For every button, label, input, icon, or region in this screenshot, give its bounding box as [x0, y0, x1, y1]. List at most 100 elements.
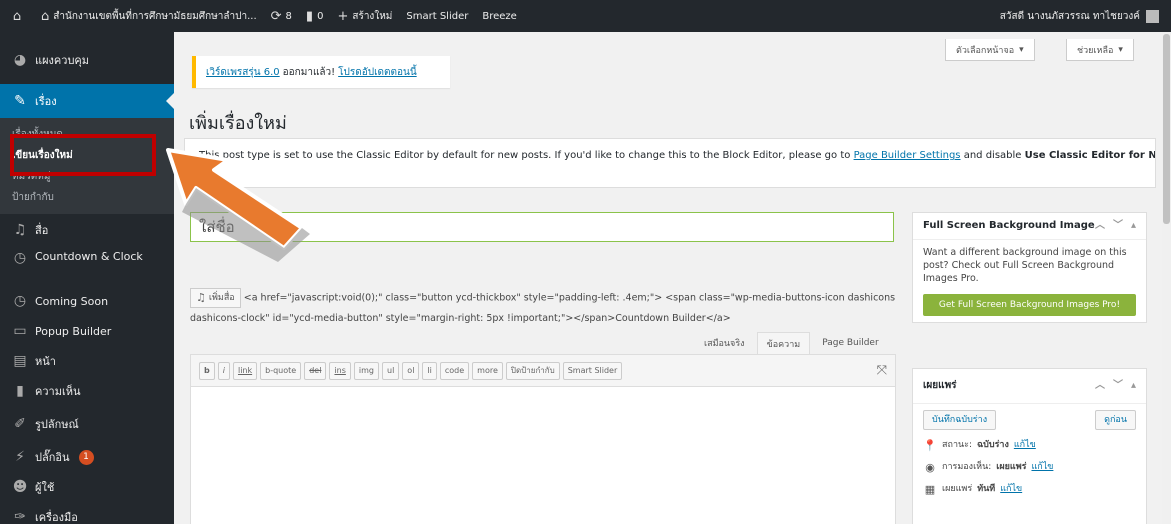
menu-popup-builder[interactable]: ▭ Popup Builder — [0, 316, 174, 346]
fsbg-metabox: Full Screen Background Image ︿ ﹀ ▴ Want … — [912, 212, 1147, 323]
qt-ul-button[interactable]: ul — [382, 361, 400, 380]
media-icon: ♫ — [13, 222, 27, 238]
add-media-button[interactable]: ♫ เพิ่มสื่อ — [190, 288, 241, 308]
qt-ins-button[interactable]: ins — [329, 361, 351, 380]
chevron-down-icon[interactable]: ﹀ — [1113, 219, 1123, 233]
submenu-tags[interactable]: ป้ายกำกับ — [0, 187, 174, 208]
menu-countdown[interactable]: ◷ Countdown & Clock — [0, 246, 174, 286]
tab-text[interactable]: ข้อความ — [756, 332, 811, 354]
post-title-input[interactable]: ใส่ชื่อ — [190, 212, 894, 242]
fsbg-description: Want a different background image on thi… — [923, 247, 1127, 284]
chevron-up-icon[interactable]: ︿ — [1095, 219, 1105, 233]
qt-close-tags-button[interactable]: ปิดป้ายกำกับ — [505, 361, 560, 380]
edit-status-link[interactable]: แก้ไข — [1014, 439, 1036, 452]
wordpress-logo-icon[interactable]: ⌂ — [0, 0, 34, 32]
fsbg-title: Full Screen Background Image — [923, 220, 1095, 231]
toggle-triangle-icon[interactable]: ▴ — [1131, 219, 1136, 233]
admin-sidebar: ◕ แผงควบคุม ✎ เรื่อง เรื่องทั้งหมด เขียนเร… — [0, 32, 174, 524]
preview-button[interactable]: ดูก่อน — [1095, 410, 1136, 430]
menu-comments[interactable]: ▮ ความเห็น — [0, 376, 174, 406]
wp-version-link[interactable]: เวิร์ดเพรสรุ่น 6.0 — [206, 65, 280, 80]
page-title: เพิ่มเรื่องใหม่ — [189, 113, 287, 134]
qt-li-button[interactable]: li — [422, 361, 437, 380]
comments-link[interactable]: ▮ 0 — [299, 0, 331, 32]
plugins-update-badge: 1 — [78, 449, 94, 465]
media-icon: ♫ — [196, 291, 206, 304]
status-row: 📍 สถานะ: ฉบับร่าง แก้ไข — [923, 439, 1036, 452]
publish-metabox: เผยแพร่ ︿ ﹀ ▴ บันทึกฉบับร่าง ดูก่อน 📍 สถ… — [912, 368, 1147, 524]
menu-coming-soon[interactable]: ◷ Coming Soon — [0, 286, 174, 316]
tab-page-builder[interactable]: Page Builder — [812, 332, 888, 354]
tab-visual[interactable]: เสมือนจริง — [694, 332, 755, 354]
get-fsbg-pro-button[interactable]: Get Full Screen Background Images Pro! — [923, 294, 1136, 316]
comment-icon: ▮ — [16, 383, 24, 399]
edit-visibility-link[interactable]: แก้ไข — [1031, 461, 1053, 474]
update-now-link[interactable]: โปรดอัปเดตตอนนี้ — [338, 65, 417, 80]
screen-options-button[interactable]: ตัวเลือกหน้าจอ ▾ — [945, 39, 1035, 61]
new-content-link[interactable]: + สร้างใหม่ — [330, 0, 399, 32]
popup-icon: ▭ — [13, 323, 27, 339]
page-icon: ▤ — [13, 353, 27, 369]
classic-editor-notice: This post type is set to use the Classic… — [184, 138, 1156, 188]
fullscreen-icon[interactable]: ⤧ — [877, 363, 887, 378]
visibility-row: ◉ การมองเห็น: เผยแพร่ แก้ไข — [923, 461, 1136, 474]
main-content: ตัวเลือกหน้าจอ ▾ ช่วยเหลือ ▾ เวิร์ดเพรสรุ่… — [174, 32, 1171, 524]
breeze-link[interactable]: Breeze — [475, 0, 523, 32]
menu-users[interactable]: ☻ ผู้ใช้ — [0, 472, 174, 502]
editor-tabs: เสมือนจริง ข้อความ Page Builder — [694, 332, 889, 354]
highlight-box — [10, 134, 156, 176]
qt-link-button[interactable]: link — [232, 361, 258, 380]
calendar-icon: ▦ — [924, 483, 936, 496]
page-scrollbar[interactable] — [1162, 32, 1171, 524]
publish-title: เผยแพร่ — [923, 380, 957, 391]
menu-pages[interactable]: ▤ หน้า — [0, 346, 174, 376]
qt-code-button[interactable]: code — [439, 361, 470, 380]
user-icon: ☻ — [12, 479, 28, 495]
qt-italic-button[interactable]: i — [217, 361, 230, 380]
qt-img-button[interactable]: img — [353, 361, 379, 380]
qt-bold-button[interactable]: b — [199, 361, 215, 380]
wrench-icon: ✑ — [14, 509, 26, 524]
updates-link[interactable]: ⟳ 8 — [264, 0, 299, 32]
menu-appearance[interactable]: ✐ รูปลักษณ์ — [0, 406, 174, 442]
help-button[interactable]: ช่วยเหลือ ▾ — [1066, 39, 1134, 61]
page-builder-settings-link[interactable]: Page Builder Settings — [854, 150, 961, 161]
chevron-down-icon[interactable]: ﹀ — [1113, 379, 1123, 393]
quicktags-toolbar: b i link b-quote del ins img ul ol li co… — [190, 354, 896, 387]
user-account-link[interactable]: สวัสดี นางนภัสวรรณ ทาไชยวงค์ — [993, 0, 1171, 32]
media-buttons-row: ♫ เพิ่มสื่อ <a href="javascript:void(0);"… — [190, 288, 906, 329]
dashboard-icon: ◕ — [13, 52, 27, 68]
clock-icon: ◷ — [13, 250, 27, 266]
update-nag: เวิร์ดเพรสรุ่น 6.0 ออกมาแล้ว! โปรดอัปเดต… — [192, 56, 450, 88]
scrollbar-thumb[interactable] — [1163, 34, 1170, 224]
raw-countdown-code: <a href="javascript:void(0);" class="but… — [190, 292, 896, 324]
qt-smart-slider-button[interactable]: Smart Slider — [562, 361, 623, 380]
menu-posts[interactable]: ✎ เรื่อง — [0, 84, 174, 118]
edit-date-link[interactable]: แก้ไข — [1000, 483, 1022, 496]
menu-plugins[interactable]: ⚡ ปลั๊กอิน 1 — [0, 442, 174, 472]
menu-tools[interactable]: ✑ เครื่องมือ — [0, 502, 174, 524]
menu-dashboard[interactable]: ◕ แผงควบคุม — [0, 36, 174, 84]
clock-icon: ◷ — [13, 293, 27, 309]
comment-bubble-icon: ▮ — [305, 8, 314, 24]
qt-blockquote-button[interactable]: b-quote — [260, 361, 302, 380]
plugin-icon: ⚡ — [15, 449, 25, 465]
menu-media[interactable]: ♫ สื่อ — [0, 214, 174, 246]
home-icon: ⌂ — [41, 8, 50, 24]
smart-slider-link[interactable]: Smart Slider — [399, 0, 475, 32]
post-content-textarea[interactable] — [190, 387, 896, 524]
plus-icon: + — [337, 8, 349, 24]
chevron-up-icon[interactable]: ︿ — [1095, 379, 1105, 393]
updates-icon: ⟳ — [270, 8, 282, 24]
eye-icon: ◉ — [925, 461, 935, 474]
site-name-link[interactable]: ⌂ สำนักงานเขตพื้นที่การศึกษามัธยมศึกษาลำป… — [34, 0, 264, 32]
caret-down-icon: ▾ — [1118, 44, 1123, 55]
toggle-triangle-icon[interactable]: ▴ — [1131, 379, 1136, 393]
brush-icon: ✐ — [14, 416, 26, 432]
qt-ol-button[interactable]: ol — [402, 361, 420, 380]
qt-more-button[interactable]: more — [472, 361, 503, 380]
pin-icon: ✎ — [14, 93, 26, 109]
publish-date-row: ▦ เผยแพร่ ทันที แก้ไข — [924, 483, 1023, 496]
qt-del-button[interactable]: del — [304, 361, 327, 380]
save-draft-button[interactable]: บันทึกฉบับร่าง — [923, 410, 997, 430]
